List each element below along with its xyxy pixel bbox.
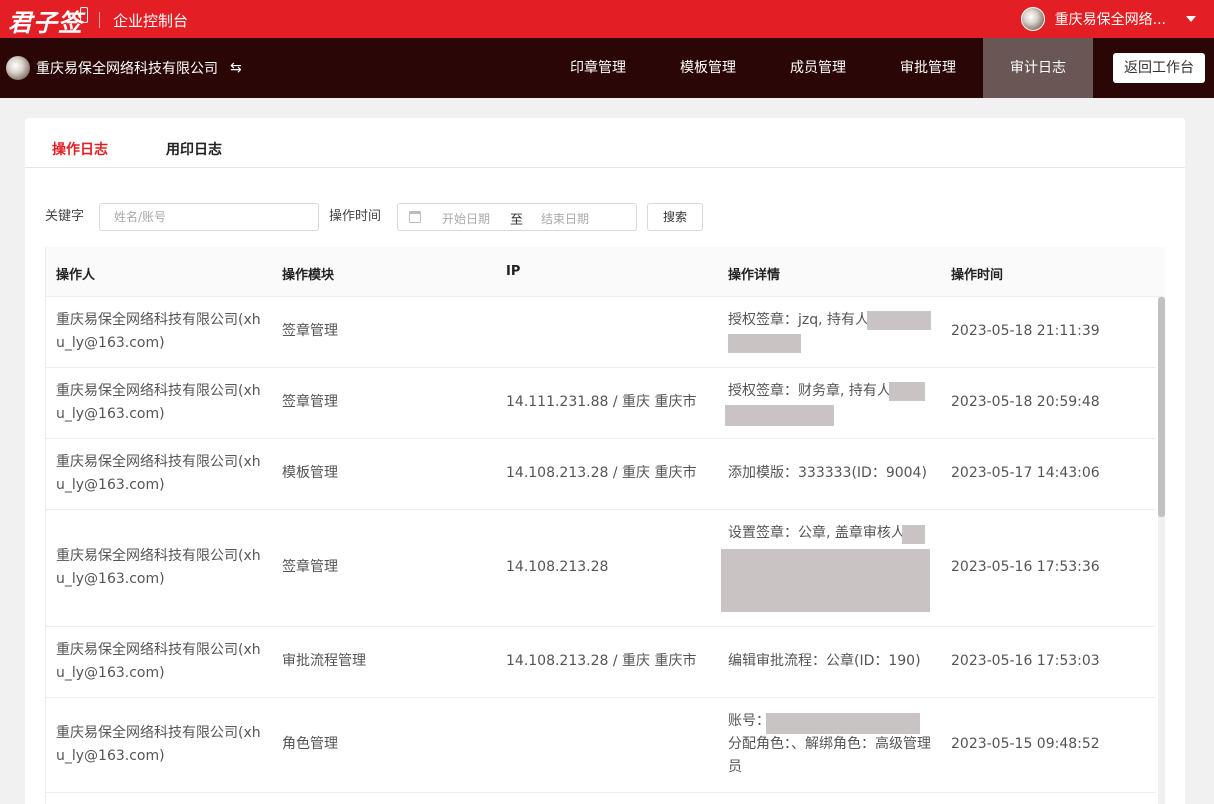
time-cell: 2023-05-16 17:53:36 (951, 559, 1100, 575)
table-row: 重庆易保全网络科技有限公司(xhu_ly@163.com) 签章管理 14.11… (46, 368, 1156, 439)
redacted-block (889, 382, 925, 401)
detail-role-line: 分配角色：、解绑角色：高级管理员 (728, 736, 931, 775)
nav-template-management[interactable]: 模板管理 (653, 38, 763, 98)
detail-cell: 编辑审批流程：公章(ID：190) (728, 653, 921, 669)
operator-cell: 重庆易保全网络科技有限公司(xhu_ly@163.com) (56, 312, 261, 351)
swap-icon[interactable]: ⇆ (230, 60, 242, 76)
module-cell: 签章管理 (282, 323, 338, 339)
module-cell: 签章管理 (282, 559, 338, 575)
table-header: 操作人 操作模块 IP 操作详情 操作时间 (46, 247, 1165, 297)
ip-cell: 14.108.213.28 (506, 559, 609, 575)
operator-cell: 重庆易保全网络科技有限公司(xhu_ly@163.com) (56, 383, 261, 422)
time-cell: 2023-05-18 21:11:39 (951, 323, 1100, 339)
module-cell: 模板管理 (282, 465, 338, 481)
console-title: 企业控制台 (113, 12, 189, 30)
keyword-input[interactable] (99, 203, 319, 231)
ip-cell: 14.111.231.88 / 重庆 重庆市 (506, 394, 697, 410)
column-header-time: 操作时间 (951, 268, 1004, 283)
operator-cell: 重庆易保全网络科技有限公司(xhu_ly@163.com) (56, 725, 261, 764)
time-cell: 2023-05-16 17:53:03 (951, 653, 1100, 669)
tab-seal-usage-log[interactable]: 用印日志 (166, 139, 222, 159)
date-range-picker[interactable]: 开始日期 至 结束日期 (397, 203, 637, 231)
search-button[interactable]: 搜索 (647, 203, 703, 231)
top-bar: 君子签 企业控制台 重庆易保全网络... (0, 0, 1214, 38)
company-switcher[interactable]: 重庆易保全网络科技有限公司 ⇆ (6, 56, 242, 80)
logo-seal-icon (80, 7, 88, 23)
company-name: 重庆易保全网络科技有限公司 (36, 61, 218, 77)
table-row: 重庆易保全网络科技有限公司(xhu_ly@163.com) 签章管理 14.10… (46, 510, 1156, 627)
user-menu[interactable]: 重庆易保全网络... (1020, 6, 1196, 32)
redacted-block (725, 405, 834, 426)
table-row: 重庆易保全网络科技有限公司(xhu_ly@163.com) 签章管理 授权签章：… (46, 297, 1156, 368)
keyword-label: 关键字 (45, 209, 85, 224)
redacted-block (766, 713, 920, 734)
table-row: 重庆易保全网络科技有限公司(xhu_ly@163.com) 审批流程管理 14.… (46, 627, 1156, 698)
nav-seal-management[interactable]: 印章管理 (543, 38, 653, 98)
nav-approval-management[interactable]: 审批管理 (873, 38, 983, 98)
operation-time-label: 操作时间 (329, 209, 382, 224)
module-cell: 审批流程管理 (282, 653, 366, 669)
end-date-field[interactable]: 结束日期 (541, 210, 589, 227)
operator-cell: 重庆易保全网络科技有限公司(xhu_ly@163.com) (56, 454, 261, 493)
table-scrollbar[interactable] (1158, 297, 1165, 804)
operator-cell: 重庆易保全网络科技有限公司(xhu_ly@163.com) (56, 642, 261, 681)
range-separator: 至 (510, 213, 524, 228)
ip-cell: 14.108.213.28 / 重庆 重庆市 (506, 465, 697, 481)
scrollbar-thumb[interactable] (1158, 297, 1165, 517)
column-header-detail: 操作详情 (728, 268, 781, 283)
column-header-operator: 操作人 (56, 268, 96, 283)
calendar-icon (409, 211, 421, 223)
log-tabs: 操作日志 用印日志 (25, 118, 1185, 168)
user-avatar[interactable] (1020, 7, 1045, 31)
time-cell: 2023-05-18 20:59:48 (951, 394, 1100, 410)
time-cell: 2023-05-17 14:43:06 (951, 465, 1100, 481)
module-cell: 签章管理 (282, 394, 338, 410)
tab-operation-log[interactable]: 操作日志 (52, 139, 108, 159)
redacted-block (867, 311, 931, 330)
table-row: 重庆易保全网络科技有限公司(xhu_ly@163.com) 角色管理 账号： 分… (46, 698, 1156, 793)
operation-log-table: 操作人 操作模块 IP 操作详情 操作时间 重庆易保全网络科技有限公司(xhu_… (45, 247, 1165, 804)
chevron-down-icon[interactable] (1186, 16, 1196, 22)
main-navbar: 重庆易保全网络科技有限公司 ⇆ 印章管理 模板管理 成员管理 审批管理 审计日志… (0, 38, 1214, 98)
time-cell: 2023-05-15 09:48:52 (951, 736, 1100, 752)
column-header-ip: IP (506, 264, 521, 279)
redacted-block (728, 334, 801, 353)
nav-audit-log[interactable]: 审计日志 (983, 38, 1093, 98)
company-avatar (6, 56, 30, 80)
content-card: 操作日志 用印日志 关键字 操作时间 开始日期 至 结束日期 搜索 操作人 操作… (25, 118, 1185, 804)
table-row: 重庆易保全网络科技有限公司(xhu_ly@163.com) 模板管理 14.10… (46, 439, 1156, 510)
redacted-block (721, 549, 930, 612)
nav-member-management[interactable]: 成员管理 (763, 38, 873, 98)
user-name[interactable]: 重庆易保全网络... (1055, 9, 1166, 29)
divider (99, 12, 100, 28)
redacted-block (902, 525, 925, 544)
start-date-field[interactable]: 开始日期 (442, 210, 490, 227)
column-header-module: 操作模块 (282, 268, 335, 283)
operator-cell: 重庆易保全网络科技有限公司(xhu_ly@163.com) (56, 548, 261, 587)
back-to-workbench-button[interactable]: 返回工作台 (1113, 53, 1205, 83)
module-cell: 角色管理 (282, 736, 338, 752)
brand-logo[interactable]: 君子签 (8, 3, 83, 38)
detail-cell: 添加模版：333333(ID：9004) (728, 465, 927, 481)
ip-cell: 14.108.213.28 / 重庆 重庆市 (506, 653, 697, 669)
